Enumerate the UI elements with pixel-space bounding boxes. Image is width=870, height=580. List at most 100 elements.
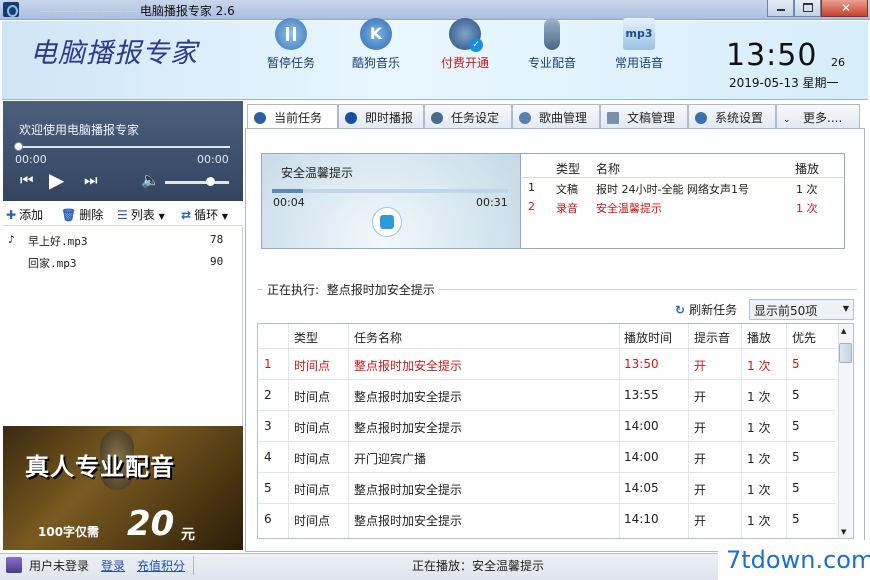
volume-icon[interactable]: 🔈 <box>141 171 160 189</box>
welcome-text: 欢迎使用电脑播报专家 <box>19 123 140 137</box>
refresh-tasks-button[interactable]: ↻ 刷新任务 <box>675 301 737 318</box>
close-icon: ✕ <box>841 1 852 15</box>
seek-bar[interactable] <box>16 146 230 148</box>
ad-subtitle: 100字仅需 <box>38 525 100 539</box>
status-divider <box>193 556 194 575</box>
task-cell-no: 1 <box>264 357 272 371</box>
tab-task-settings[interactable]: 任务设定 <box>424 104 512 128</box>
scrollbar-thumb[interactable] <box>839 343 852 363</box>
tab-current-task[interactable]: 当前任务 <box>247 104 338 129</box>
kugou-music-button[interactable]: K 酷狗音乐 <box>338 4 414 72</box>
recharge-link[interactable]: 充值积分 <box>137 557 185 574</box>
queue-cell-play: 1 次 <box>796 183 818 196</box>
task-cell-name: 整点报时加安全提示 <box>354 483 463 497</box>
paid-activation-button[interactable]: ✓ 付费开通 <box>427 4 503 72</box>
login-link[interactable]: 登录 <box>101 557 125 574</box>
scroll-up-icon[interactable]: ▲ <box>841 327 846 335</box>
loop-button[interactable]: ⇄ 循环 ▼ <box>181 206 228 223</box>
mp3-icon: mp3 <box>623 18 655 50</box>
seek-knob[interactable] <box>14 142 23 151</box>
next-icon[interactable]: ⏭ <box>84 171 98 189</box>
task-cell-type: 时间点 <box>294 452 331 466</box>
task-cell-play: 1 次 <box>747 390 771 404</box>
volume-knob[interactable] <box>205 177 215 186</box>
task-cell-tone: 开 <box>694 514 707 528</box>
common-voice-button[interactable]: mp3 常用语音 <box>601 4 677 72</box>
show-count-select[interactable]: 显示前50项 ▼ <box>749 299 854 320</box>
clock-date: 2019-05-13 星期一 <box>729 76 839 90</box>
minimize-button[interactable] <box>767 0 794 17</box>
task-col-time[interactable]: 播放时间 <box>624 329 672 346</box>
stop-button[interactable] <box>372 207 402 237</box>
pro-voiceover-button[interactable]: 专业配音 <box>514 4 590 72</box>
elapsed-time: 00:00 <box>15 153 47 166</box>
volume-slider[interactable] <box>165 181 229 184</box>
task-cell-play: 1 次 <box>747 359 771 373</box>
add-button[interactable]: ✚ 添加 <box>6 206 43 223</box>
close-button[interactable]: ✕ <box>821 0 868 17</box>
task-cell-priority: 5 <box>792 357 800 371</box>
clock-seconds: 26 <box>831 56 845 69</box>
task-cell-play: 1 次 <box>747 452 771 466</box>
task-col-tone[interactable]: 提示音 <box>694 329 730 346</box>
playlist-item[interactable]: 回家.mp3 90 <box>8 255 228 275</box>
now-playing-status: 正在播放：安全温馨提示 <box>412 559 545 573</box>
delete-button[interactable]: 🗑 删除 <box>61 206 103 223</box>
task-col-play[interactable]: 播放 <box>747 329 771 346</box>
plus-icon: ✚ <box>6 208 17 222</box>
task-cell-time: 14:00 <box>624 419 659 433</box>
ad-title: 真人专业配音 <box>25 453 175 481</box>
play-icon[interactable]: ▶ <box>49 168 64 192</box>
total-time: 00:00 <box>197 153 229 166</box>
list-button[interactable]: ☰ 列表 ▼ <box>117 206 165 223</box>
task-cell-no: 3 <box>264 419 272 433</box>
playlist-item[interactable]: ♪ 早上好.mp3 78 <box>8 233 228 253</box>
music-note-icon: ♪ <box>8 233 15 246</box>
clock-time: 13:50 <box>726 38 818 73</box>
task-cell-priority: 5 <box>792 450 800 464</box>
speaker-icon <box>345 112 357 124</box>
tab-instant-broadcast[interactable]: 即时播报 <box>338 104 424 128</box>
tab-system-settings[interactable]: 系统设置 <box>688 104 776 128</box>
app-logo: 电脑播报专家 <box>30 38 198 69</box>
tab-more[interactable]: ⌄ 更多.... <box>776 104 860 128</box>
list-icon: ☰ <box>117 208 128 222</box>
executing-label: 正在执行: 整点报时加安全提示 <box>263 281 439 298</box>
task-cell-play: 1 次 <box>747 421 771 435</box>
task-cell-name: 开门迎宾广播 <box>354 452 427 466</box>
task-cell-time: 14:00 <box>624 450 659 464</box>
scroll-down-icon[interactable]: ▼ <box>841 528 846 536</box>
queue-col-type: 类型 <box>556 162 581 176</box>
kugou-icon: K <box>360 18 392 50</box>
current-progress-bar <box>272 189 508 193</box>
pause-task-button[interactable]: 暂停任务 <box>253 4 329 72</box>
queue-cell-type: 录音 <box>556 202 578 215</box>
task-col-priority[interactable]: 优先 <box>792 329 816 346</box>
task-cell-name: 整点报时加安全提示 <box>354 359 463 373</box>
previous-icon[interactable]: ⏮ <box>20 171 34 189</box>
watermark: 7tdown.com <box>718 540 870 580</box>
task-col-type[interactable]: 类型 <box>294 329 318 346</box>
task-cell-name: 整点报时加安全提示 <box>354 390 463 404</box>
queue-col-name: 名称 <box>596 162 621 176</box>
task-cell-name: 整点报时加安全提示 <box>354 421 463 435</box>
maximize-button[interactable] <box>794 0 821 17</box>
current-title: 安全温馨提示 <box>281 166 354 180</box>
task-cell-priority: 5 <box>792 481 800 495</box>
bell-icon <box>254 112 266 124</box>
task-cell-name: 整点报时加安全提示 <box>354 514 463 528</box>
task-cell-time: 14:05 <box>624 481 659 495</box>
app-icon <box>3 2 19 17</box>
user-icon <box>6 557 22 573</box>
queue-col-play: 播放 <box>795 162 820 176</box>
tab-song-management[interactable]: 歌曲管理 <box>512 104 600 128</box>
task-cell-type: 时间点 <box>294 421 331 435</box>
trash-icon: 🗑 <box>61 208 77 222</box>
task-cell-play: 1 次 <box>747 483 771 497</box>
task-cell-type: 时间点 <box>294 514 331 528</box>
task-cell-tone: 开 <box>694 452 707 466</box>
tab-document-management[interactable]: 文稿管理 <box>600 104 688 128</box>
user-check-icon: ✓ <box>449 18 483 52</box>
task-col-name[interactable]: 任务名称 <box>354 329 402 346</box>
task-cell-no: 5 <box>264 481 272 495</box>
